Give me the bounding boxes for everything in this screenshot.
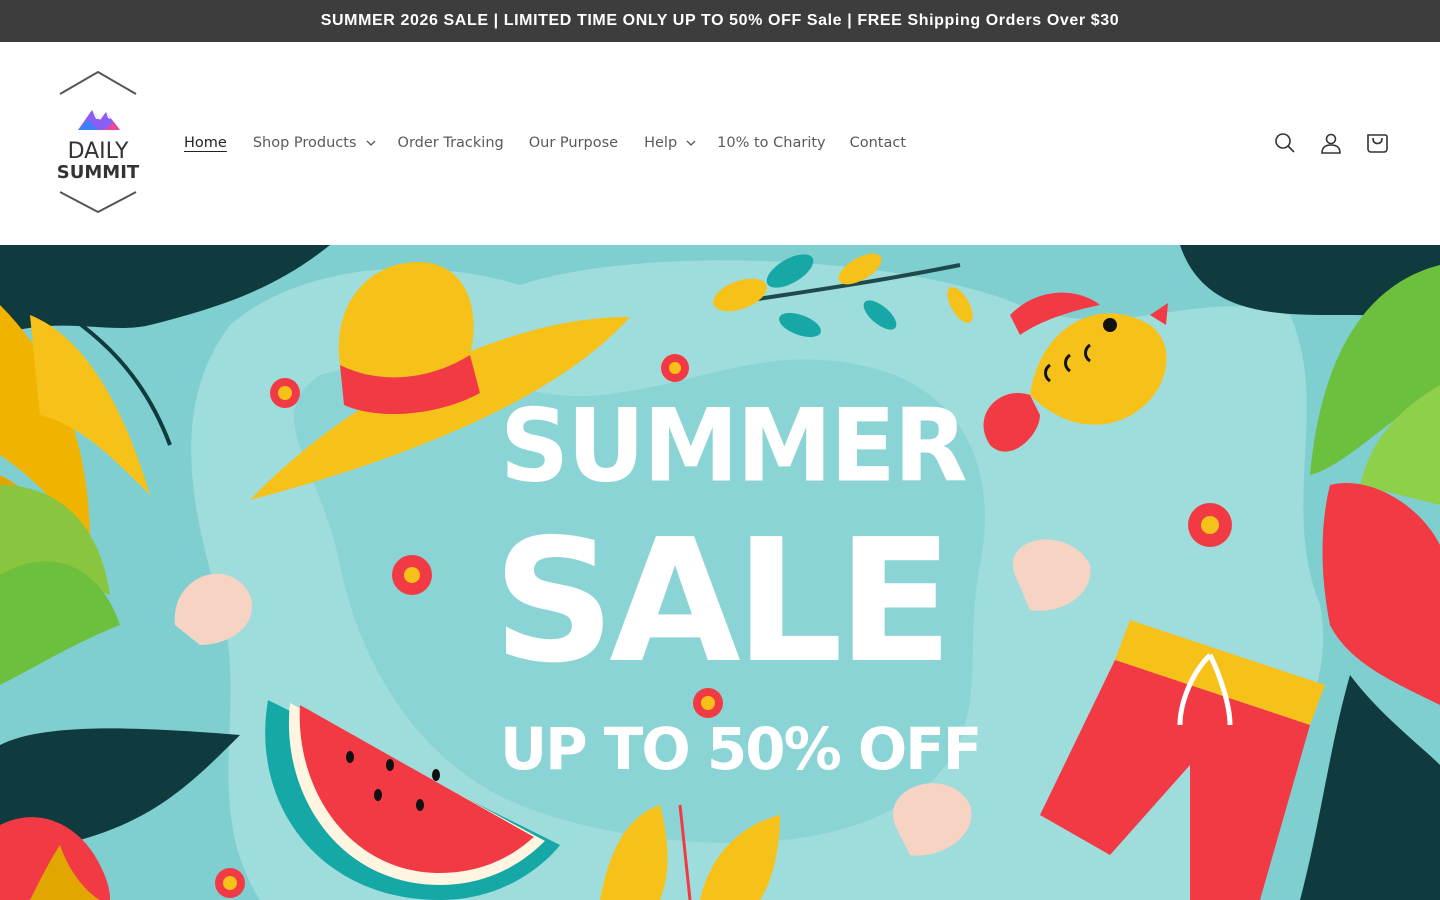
chevron-down-icon bbox=[686, 140, 696, 146]
brand-logo[interactable]: DAILY SUMMIT bbox=[52, 70, 144, 216]
nav-contact[interactable]: Contact bbox=[850, 135, 906, 151]
nav-home-label: Home bbox=[184, 135, 227, 151]
site-header: DAILY SUMMIT Home Shop Products Order Tr… bbox=[0, 42, 1440, 245]
cart-icon[interactable] bbox=[1364, 130, 1390, 156]
search-icon[interactable] bbox=[1272, 130, 1298, 156]
nav-contact-label: Contact bbox=[849, 135, 907, 151]
leaves-bottom-left bbox=[0, 728, 240, 900]
nav-our-purpose-label: Our Purpose bbox=[528, 135, 619, 151]
chevron-down-icon bbox=[366, 140, 375, 146]
header-icons bbox=[1252, 130, 1390, 156]
account-icon[interactable] bbox=[1318, 130, 1344, 156]
nav-home[interactable]: Home bbox=[184, 135, 227, 151]
announcement-bar: SUMMER 2026 SALE | LIMITED TIME ONLY UP … bbox=[0, 0, 1440, 42]
brand-line1: DAILY bbox=[68, 139, 129, 164]
brand-line2: SUMMIT bbox=[57, 162, 140, 183]
nav-shop-products-label: Shop Products bbox=[252, 135, 357, 151]
nav-help-label: Help bbox=[644, 135, 678, 151]
nav-order-tracking-label: Order Tracking bbox=[397, 135, 504, 151]
nav-charity[interactable]: 10% to Charity bbox=[717, 135, 825, 151]
hero-illustration bbox=[0, 245, 1440, 900]
nav-order-tracking[interactable]: Order Tracking bbox=[398, 135, 504, 151]
nav-help[interactable]: Help bbox=[644, 135, 696, 151]
announcement-text: SUMMER 2026 SALE | LIMITED TIME ONLY UP … bbox=[320, 12, 1120, 29]
nav-charity-label: 10% to Charity bbox=[717, 135, 826, 151]
main-nav: Home Shop Products Order Tracking Our Pu… bbox=[184, 131, 906, 155]
nav-our-purpose[interactable]: Our Purpose bbox=[529, 135, 618, 151]
hero-banner[interactable]: SUMMER SALE UP TO 50% OFF bbox=[0, 245, 1440, 900]
nav-shop-products[interactable]: Shop Products bbox=[253, 135, 376, 151]
